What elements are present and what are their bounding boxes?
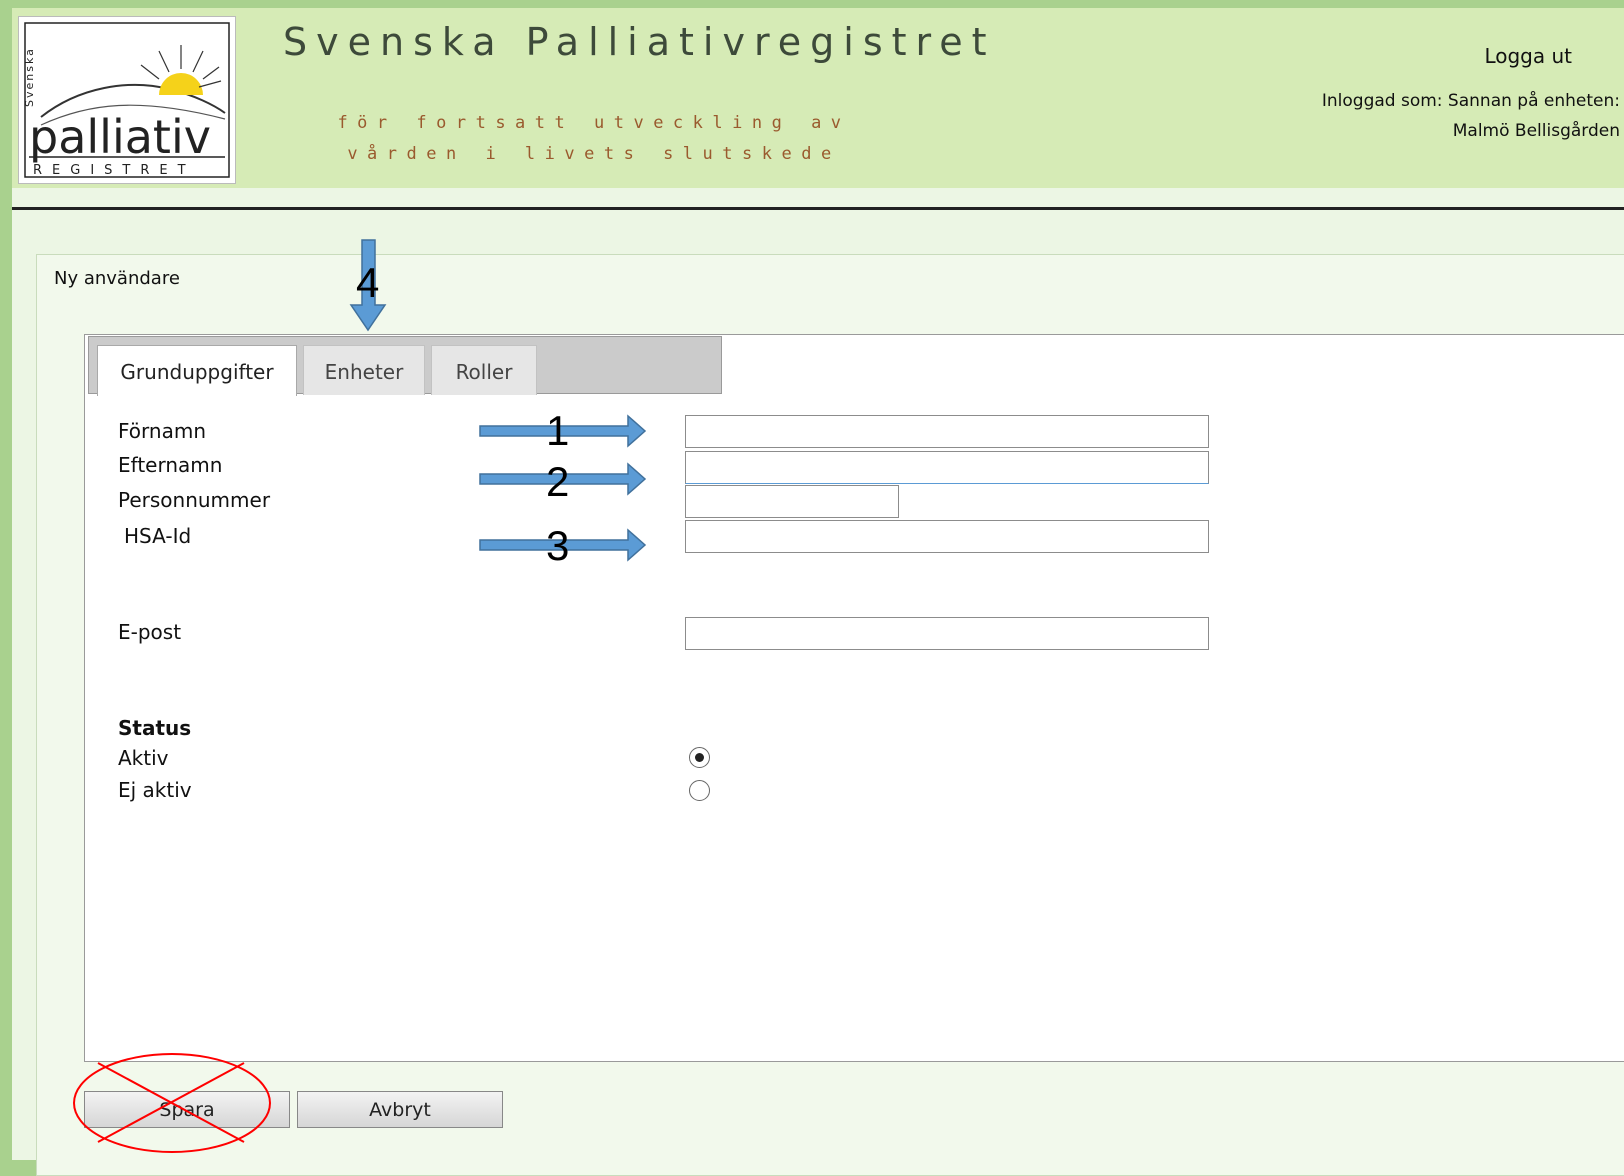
personnummer-input[interactable] bbox=[685, 485, 899, 518]
annotation-number-3: 3 bbox=[546, 522, 570, 569]
logout-link[interactable]: Logga ut bbox=[1484, 44, 1572, 68]
logged-in-user: Inloggad som: Sannan på enheten: bbox=[1321, 91, 1620, 111]
efternamn-input[interactable] bbox=[685, 451, 1209, 484]
aktiv-label: Aktiv bbox=[118, 746, 169, 770]
fornamn-input[interactable] bbox=[685, 415, 1209, 448]
cancel-button[interactable]: Avbryt bbox=[297, 1091, 503, 1128]
efternamn-label: Efternamn bbox=[118, 453, 223, 477]
status-aktiv-radio[interactable] bbox=[689, 747, 710, 768]
logo-word: palliativ bbox=[29, 110, 211, 164]
logged-in-info: Inloggad som: Sannan på enheten: Malmö B… bbox=[1200, 86, 1620, 146]
annotation-number-2: 2 bbox=[546, 458, 570, 505]
hsa-id-input[interactable] bbox=[685, 520, 1209, 553]
fornamn-label: Förnamn bbox=[118, 419, 206, 443]
epost-input[interactable] bbox=[685, 617, 1209, 650]
ej-aktiv-label: Ej aktiv bbox=[118, 778, 192, 802]
page-title: Ny användare bbox=[54, 268, 180, 289]
palliativ-logo: Svenska palliativ REGISTRET bbox=[18, 16, 236, 184]
logo-sub: REGISTRET bbox=[33, 163, 196, 178]
save-button[interactable]: Spara bbox=[84, 1091, 290, 1128]
status-heading: Status bbox=[118, 716, 192, 740]
header-divider bbox=[12, 207, 1624, 210]
logo-vertical-text: Svenska bbox=[23, 47, 36, 107]
tab-grunduppgifter[interactable]: Grunduppgifter bbox=[97, 345, 297, 396]
hsa-id-label: HSA-Id bbox=[124, 524, 192, 548]
annotation-number-1: 1 bbox=[546, 407, 570, 454]
status-ej-aktiv-radio[interactable] bbox=[689, 780, 710, 801]
site-tagline: för fortsatt utveckling av vården i live… bbox=[337, 113, 851, 164]
annotation-number-4: 4 bbox=[356, 259, 380, 306]
tab-enheter[interactable]: Enheter bbox=[303, 345, 425, 395]
tab-roller[interactable]: Roller bbox=[431, 345, 537, 395]
personnummer-label: Personnummer bbox=[118, 488, 271, 512]
logged-in-unit: Malmö Bellisgården bbox=[1452, 121, 1620, 141]
tab-bar: Grunduppgifter Enheter Roller bbox=[88, 336, 722, 396]
logo-graphic: Svenska palliativ REGISTRET bbox=[23, 22, 230, 178]
epost-label: E-post bbox=[118, 620, 182, 644]
site-title: Svenska Palliativregistret bbox=[283, 20, 996, 64]
